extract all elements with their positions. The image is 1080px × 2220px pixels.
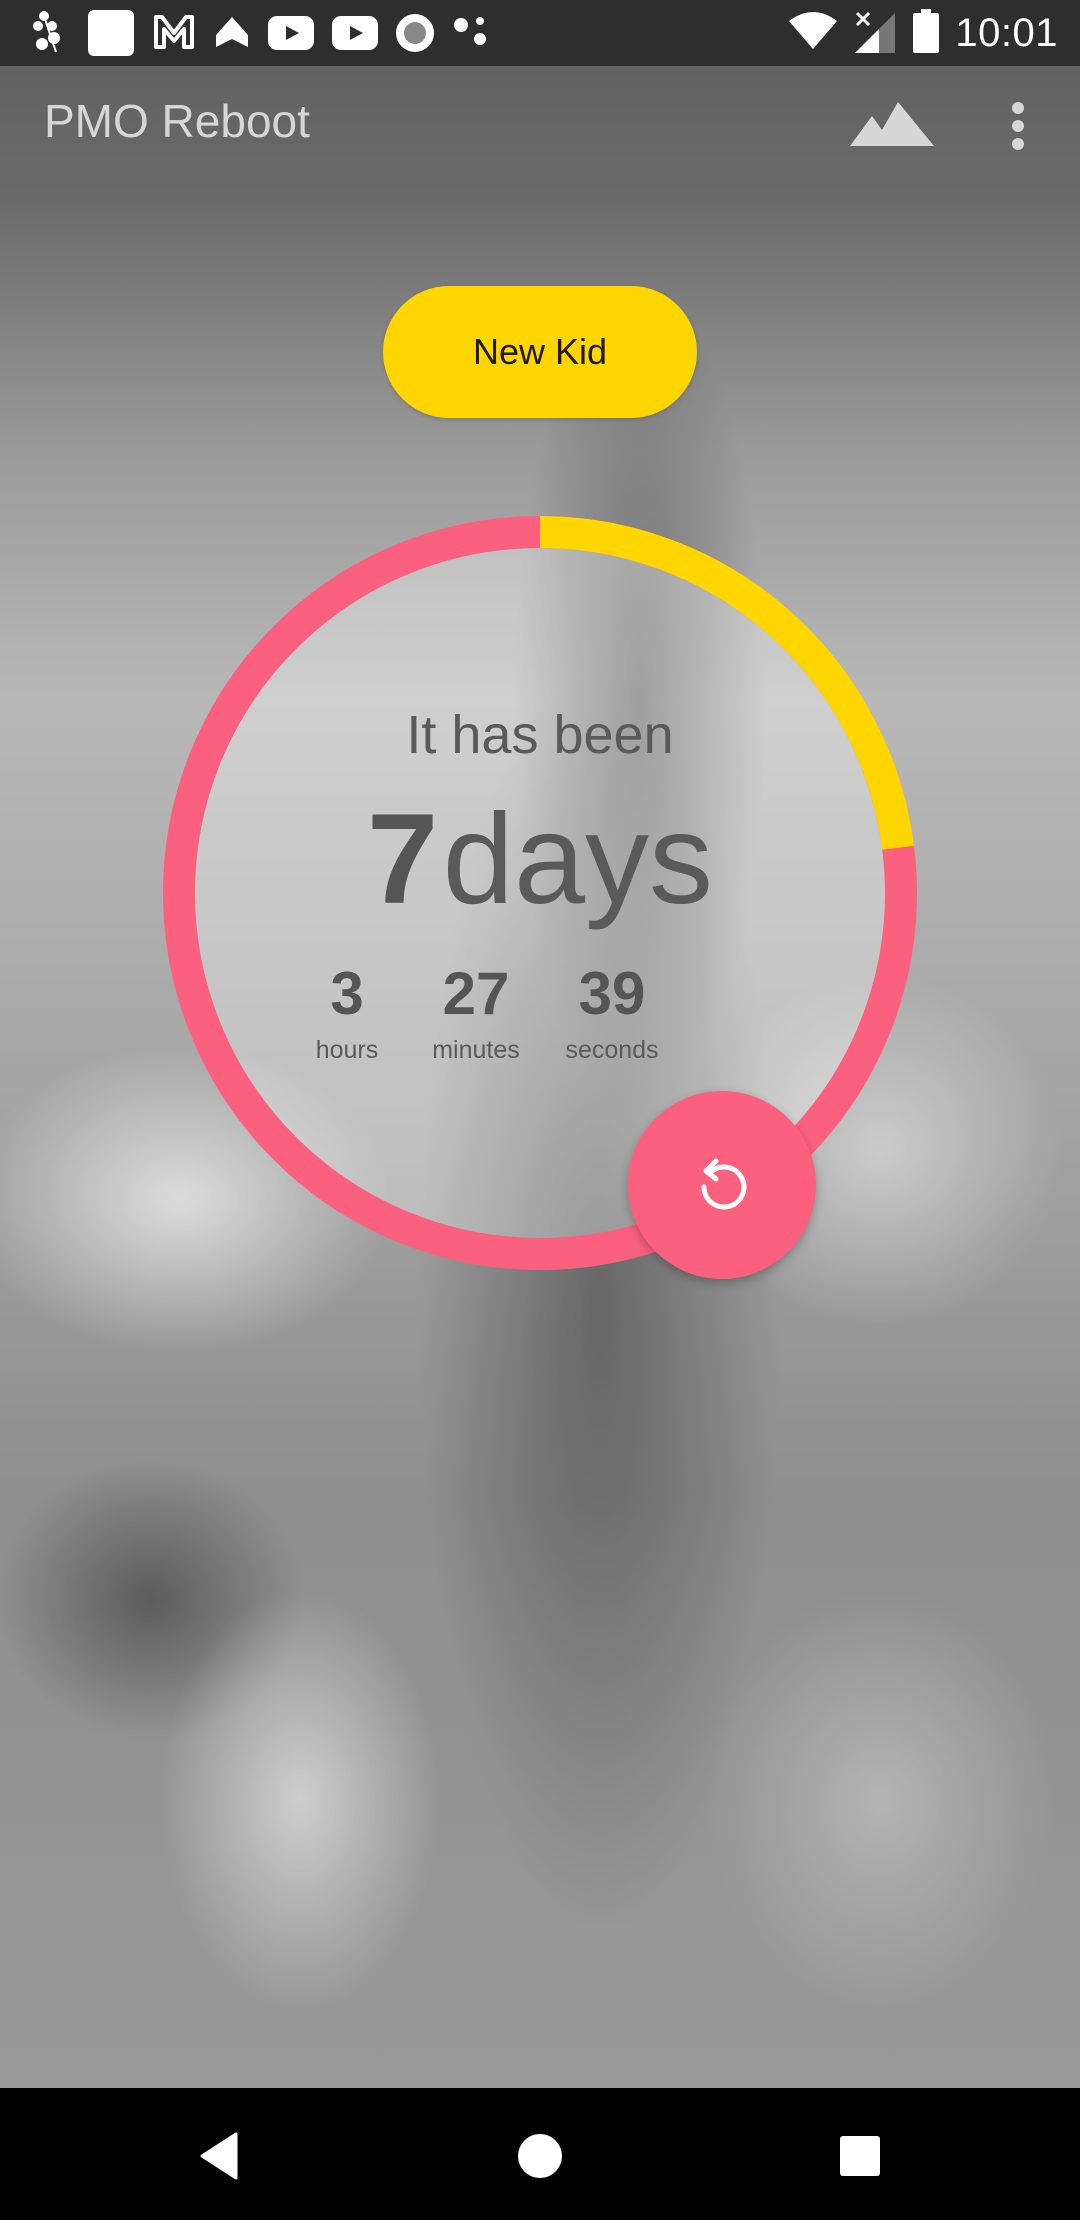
back-icon (200, 2132, 238, 2180)
record-icon (396, 14, 434, 52)
home-button[interactable] (500, 2116, 580, 2196)
wifi-icon (787, 11, 839, 56)
youtube-icon (268, 16, 314, 50)
seconds-value: 39 (578, 960, 646, 1027)
days-value: 7 (366, 788, 439, 931)
reset-icon (701, 1158, 747, 1210)
hours-value: 3 (330, 960, 364, 1027)
minutes-unit: 27 minutes (406, 964, 546, 1065)
more-vert-icon (1012, 102, 1024, 114)
clock: 10:01 (955, 10, 1058, 55)
plant-notification-icon (30, 8, 70, 59)
recents-button[interactable] (820, 2116, 900, 2196)
system-nav-bar (0, 2088, 1080, 2220)
cellular-no-signal-icon (855, 9, 897, 58)
background-picker-button[interactable] (846, 96, 938, 156)
hours-unit: 3 hours (277, 964, 417, 1065)
status-bar: 10:01 (0, 0, 1080, 66)
square-app-icon (88, 10, 134, 56)
battery-icon (913, 8, 940, 58)
app-bar: PMO Reboot (0, 66, 1080, 178)
elapsed-heading: It has been (406, 705, 674, 765)
reset-button[interactable] (628, 1091, 816, 1279)
youtube-icon (332, 16, 378, 50)
minutes-label: minutes (432, 1036, 520, 1064)
seconds-label: seconds (565, 1036, 659, 1064)
mountain-icon (850, 102, 934, 146)
recents-icon (840, 2136, 880, 2176)
hours-label: hours (315, 1036, 379, 1064)
app-title: PMO Reboot (44, 95, 310, 147)
back-button[interactable] (180, 2116, 260, 2196)
home-icon (518, 2134, 562, 2178)
gmail-icon (152, 11, 196, 56)
navigation-app-icon (214, 13, 250, 54)
minutes-value: 27 (442, 960, 510, 1027)
dots-app-icon (452, 13, 488, 54)
seconds-unit: 39 seconds (542, 964, 682, 1065)
days-unit: days (442, 788, 713, 931)
new-kid-button[interactable]: New Kid (383, 286, 697, 418)
days-display: 7 days (163, 796, 917, 924)
overflow-menu-button[interactable] (998, 96, 1038, 156)
